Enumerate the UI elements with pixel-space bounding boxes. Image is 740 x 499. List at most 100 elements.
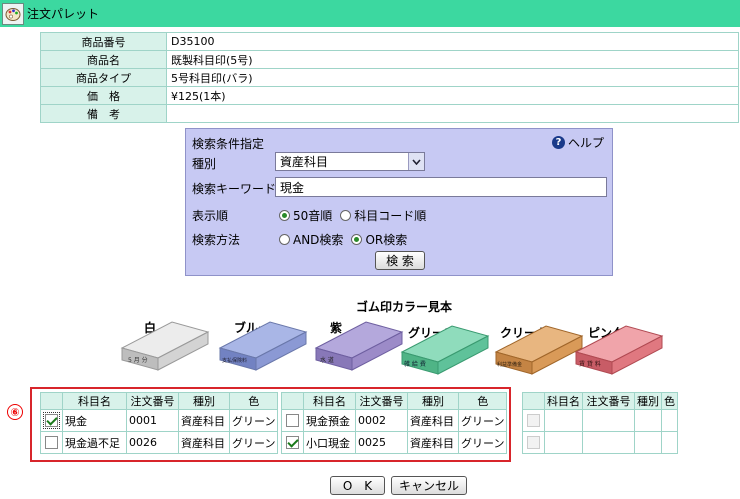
header-order-no: 注文番号 bbox=[355, 392, 408, 410]
header-type: 種別 bbox=[407, 392, 459, 410]
cell-name: 小口現金 bbox=[303, 431, 356, 454]
help-icon: ? bbox=[551, 136, 565, 149]
title-bar: 注文パレット bbox=[0, 0, 740, 27]
header-check bbox=[40, 392, 63, 410]
help-link[interactable]: ? ヘルプ bbox=[551, 134, 604, 151]
cell-type: 資産科目 bbox=[178, 431, 230, 454]
type-select[interactable]: 資産科目 bbox=[275, 152, 425, 171]
method-radio-or[interactable]: OR検索 bbox=[351, 231, 407, 248]
cell-order-no: 0002 bbox=[355, 409, 408, 432]
cell-color: グリーン bbox=[228, 431, 279, 454]
cell-name: 現金預金 bbox=[303, 409, 356, 432]
cell-type bbox=[634, 431, 662, 454]
table-row[interactable]: 現金預金 0002 資産科目 グリーン bbox=[281, 409, 508, 432]
info-row: 商品タイプ 5号科目印(バラ) bbox=[40, 68, 739, 87]
cell-order-no: 0025 bbox=[355, 431, 408, 454]
type-label: 種別 bbox=[192, 157, 217, 171]
cell-name bbox=[544, 409, 583, 432]
radio-selected-icon[interactable] bbox=[351, 234, 363, 245]
cancel-button[interactable]: キャンセル bbox=[391, 476, 467, 495]
info-row: 商品番号 D35100 bbox=[40, 32, 739, 51]
stamp-pink-icon: 賃 貸 料 bbox=[574, 325, 664, 375]
stamp-blue-icon: 支払保険料 bbox=[218, 321, 308, 371]
info-value: 5号科目印(バラ) bbox=[166, 68, 739, 87]
order-radio-code[interactable]: 科目コード順 bbox=[340, 207, 426, 224]
method-radio-and[interactable]: AND検索 bbox=[279, 231, 343, 248]
ok-button[interactable]: O K bbox=[330, 476, 385, 495]
stamp-white-icon: 5 月 分 bbox=[120, 321, 210, 371]
header-name: 科目名 bbox=[303, 392, 356, 410]
header-type: 種別 bbox=[634, 392, 662, 410]
row-check-cell[interactable] bbox=[40, 409, 63, 432]
radio-unselected-icon[interactable] bbox=[340, 210, 352, 221]
order-label: 表示順 bbox=[192, 209, 229, 223]
checkbox-unchecked-icon[interactable] bbox=[45, 436, 58, 449]
palette-icon bbox=[2, 2, 24, 25]
info-value: ¥125(1本) bbox=[166, 86, 739, 105]
cell-order-no: 0001 bbox=[126, 409, 179, 432]
info-row: 価 格 ¥125(1本) bbox=[40, 86, 739, 105]
order-radio-group: 50音順 科目コード順 bbox=[279, 207, 434, 224]
header-check bbox=[281, 392, 304, 410]
stamp-green-icon: 雑 給 費 bbox=[400, 325, 490, 375]
stamp-text: 雑 給 費 bbox=[404, 360, 426, 368]
checkbox-checked-icon[interactable] bbox=[43, 412, 60, 429]
header-color: 色 bbox=[228, 392, 279, 410]
help-label: ヘルプ bbox=[567, 136, 604, 150]
checkbox-disabled-icon bbox=[527, 414, 540, 427]
method-radio-group: AND検索 OR検索 bbox=[279, 231, 415, 248]
table-header: 科目名 注文番号 種別 色 bbox=[522, 392, 678, 410]
cell-order-no bbox=[582, 409, 635, 432]
header-name: 科目名 bbox=[62, 392, 127, 410]
row-check-cell[interactable] bbox=[281, 431, 304, 454]
cell-color: グリーン bbox=[228, 409, 279, 432]
keyword-label: 検索キーワード bbox=[192, 182, 277, 196]
cell-type: 資産科目 bbox=[407, 431, 459, 454]
table-header: 科目名 注文番号 種別 色 bbox=[281, 392, 508, 410]
row-check-cell[interactable] bbox=[281, 409, 304, 432]
stamp-text: 賃 貸 料 bbox=[579, 360, 601, 368]
info-value: 既製科目印(5号) bbox=[166, 50, 739, 69]
stamp-text: 水 道 bbox=[320, 356, 334, 364]
cell-name bbox=[544, 431, 583, 454]
header-color: 色 bbox=[661, 392, 678, 410]
table-header: 科目名 注文番号 種別 色 bbox=[40, 392, 279, 410]
cell-type: 資産科目 bbox=[407, 409, 459, 432]
search-button[interactable]: 検 索 bbox=[375, 251, 425, 270]
step-marker: ⑥ bbox=[7, 404, 23, 420]
row-check-cell[interactable] bbox=[40, 431, 63, 454]
checkbox-unchecked-icon[interactable] bbox=[286, 414, 299, 427]
header-check bbox=[522, 392, 545, 410]
checkbox-checked-icon[interactable] bbox=[286, 436, 299, 449]
info-row: 商品名 既製科目印(5号) bbox=[40, 50, 739, 69]
radio-unselected-icon[interactable] bbox=[279, 234, 290, 245]
cell-order-no bbox=[582, 431, 635, 454]
cell-color: グリーン bbox=[457, 431, 508, 454]
cell-name: 現金 bbox=[62, 409, 127, 432]
info-label: 商品タイプ bbox=[40, 68, 167, 87]
keyword-input[interactable] bbox=[275, 177, 607, 197]
cell-type bbox=[634, 409, 662, 432]
cell-color bbox=[661, 409, 678, 432]
chevron-down-icon[interactable] bbox=[408, 153, 424, 170]
radio-selected-icon[interactable] bbox=[279, 210, 290, 221]
type-select-value: 資産科目 bbox=[280, 155, 329, 169]
color-sample-title: ゴム印カラー見本 bbox=[356, 300, 453, 314]
header-type: 種別 bbox=[178, 392, 230, 410]
cell-order-no: 0026 bbox=[126, 431, 179, 454]
stamp-text: 5 月 分 bbox=[128, 356, 148, 364]
table-row[interactable]: 現金 0001 資産科目 グリーン bbox=[40, 409, 279, 432]
order-radio-kana[interactable]: 50音順 bbox=[279, 207, 332, 224]
checkbox-disabled-icon bbox=[527, 436, 540, 449]
cell-name: 現金過不足 bbox=[62, 431, 127, 454]
cell-type: 資産科目 bbox=[178, 409, 230, 432]
table-row[interactable]: 小口現金 0025 資産科目 グリーン bbox=[281, 431, 508, 454]
stamp-text: 支払保険料 bbox=[222, 357, 247, 364]
info-label: 価 格 bbox=[40, 86, 167, 105]
table-row[interactable]: 現金過不足 0026 資産科目 グリーン bbox=[40, 431, 279, 454]
info-value: D35100 bbox=[166, 32, 739, 51]
cell-color bbox=[661, 431, 678, 454]
header-order-no: 注文番号 bbox=[126, 392, 179, 410]
radio-label: 50音順 bbox=[293, 209, 333, 223]
radio-label: 科目コード順 bbox=[354, 209, 427, 223]
